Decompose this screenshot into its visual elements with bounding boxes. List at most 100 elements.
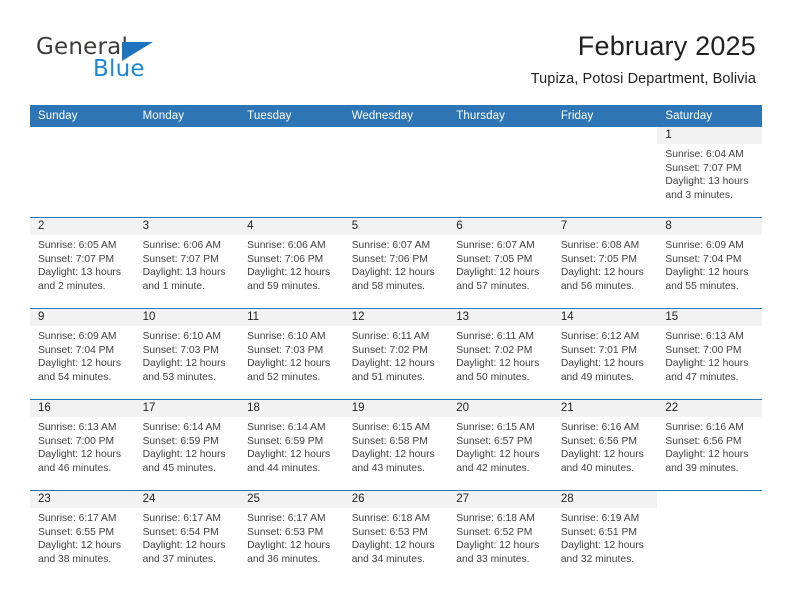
daylight-text: Daylight: 12 hours and 37 minutes. (142, 540, 226, 565)
sunset-text: Sunset: 7:05 PM (560, 253, 637, 265)
day-details: Sunrise: 6:08 AM Sunset: 7:05 PM Daylight:… (553, 235, 658, 293)
weekday-header-wednesday: Wednesday (343, 105, 449, 127)
calendar-day-cell[interactable]: 12 Sunrise: 6:11 AM Sunset: 7:02 PM Dayligh… (343, 308, 449, 400)
sunset-text: Sunset: 6:59 PM (142, 435, 219, 447)
day-number: 17 (134, 400, 240, 417)
calendar-day-cell[interactable]: 10 Sunrise: 6:10 AM Sunset: 7:03 PM Dayligh… (134, 308, 240, 400)
daylight-text: Daylight: 12 hours and 46 minutes. (38, 449, 121, 474)
daylight-text: Daylight: 13 hours and 3 minutes. (665, 176, 749, 201)
day-details: Sunrise: 6:18 AM Sunset: 6:52 PM Daylight:… (448, 508, 553, 566)
day-details: Sunrise: 6:19 AM Sunset: 6:51 PM Daylight:… (553, 508, 658, 566)
daylight-text: Daylight: 12 hours and 57 minutes. (456, 267, 540, 292)
weekday-header-friday: Friday (552, 105, 658, 127)
sunrise-text: Sunrise: 6:19 AM (560, 513, 640, 524)
calendar-day-cell[interactable]: 15 Sunrise: 6:13 AM Sunset: 7:00 PM Dayligh… (657, 308, 762, 400)
day-number: 28 (552, 491, 658, 508)
logo-text-blue: Blue (93, 56, 145, 82)
sunset-text: Sunset: 6:55 PM (38, 526, 115, 538)
sunset-text: Sunset: 7:01 PM (560, 344, 637, 356)
generalblue-logo[interactable]: General Blue (36, 36, 266, 88)
sunset-text: Sunset: 7:00 PM (665, 344, 742, 356)
day-number: 26 (343, 491, 449, 508)
calendar-day-cell[interactable]: 20 Sunrise: 6:15 AM Sunset: 6:57 PM Dayligh… (448, 399, 553, 491)
calendar-day-cell[interactable]: 18 Sunrise: 6:14 AM Sunset: 6:59 PM Dayligh… (239, 399, 344, 491)
day-details: Sunrise: 6:05 AM Sunset: 7:07 PM Daylight:… (30, 235, 135, 293)
day-details: Sunrise: 6:07 AM Sunset: 7:05 PM Daylight:… (448, 235, 553, 293)
title-block: February 2025 Tupiza, Potosi Department,… (531, 31, 756, 86)
sunset-text: Sunset: 7:07 PM (142, 253, 219, 265)
calendar-day-cell[interactable]: 28 Sunrise: 6:19 AM Sunset: 6:51 PM Dayligh… (552, 490, 658, 581)
calendar-week-row: 2 Sunrise: 6:05 AM Sunset: 7:07 PM Daylight… (30, 217, 762, 309)
daylight-text: Daylight: 13 hours and 2 minutes. (38, 267, 121, 292)
sunset-text: Sunset: 7:05 PM (456, 253, 533, 265)
weekday-header-sunday: Sunday (30, 105, 135, 127)
daylight-text: Daylight: 12 hours and 39 minutes. (665, 449, 749, 474)
day-number: 21 (552, 400, 658, 417)
sunrise-text: Sunrise: 6:10 AM (247, 331, 326, 342)
calendar-day-cell[interactable]: 7 Sunrise: 6:08 AM Sunset: 7:05 PM Daylight… (552, 217, 658, 309)
calendar-day-cell-empty (657, 490, 762, 581)
day-number (448, 127, 553, 144)
daylight-text: Daylight: 12 hours and 55 minutes. (665, 267, 749, 292)
sunrise-text: Sunrise: 6:13 AM (38, 422, 117, 433)
daylight-text: Daylight: 12 hours and 44 minutes. (247, 449, 331, 474)
sunset-text: Sunset: 6:56 PM (560, 435, 637, 447)
calendar-day-cell[interactable]: 5 Sunrise: 6:07 AM Sunset: 7:06 PM Daylight… (343, 217, 449, 309)
day-details: Sunrise: 6:17 AM Sunset: 6:53 PM Daylight:… (239, 508, 344, 566)
daylight-text: Daylight: 12 hours and 56 minutes. (560, 267, 644, 292)
calendar-week-row: 23 Sunrise: 6:17 AM Sunset: 6:55 PM Dayligh… (30, 490, 762, 581)
calendar-day-cell[interactable]: 11 Sunrise: 6:10 AM Sunset: 7:03 PM Dayligh… (239, 308, 344, 400)
calendar-day-cell[interactable]: 1 Sunrise: 6:04 AM Sunset: 7:07 PM Daylight… (657, 127, 762, 218)
calendar-day-cell[interactable]: 19 Sunrise: 6:15 AM Sunset: 6:58 PM Dayligh… (343, 399, 449, 491)
calendar-day-cell-empty (552, 127, 658, 218)
day-details: Sunrise: 6:06 AM Sunset: 7:07 PM Daylight:… (135, 235, 240, 293)
calendar-day-cell[interactable]: 16 Sunrise: 6:13 AM Sunset: 7:00 PM Dayligh… (30, 399, 135, 491)
sunrise-text: Sunrise: 6:06 AM (142, 240, 221, 251)
sunset-text: Sunset: 6:51 PM (560, 526, 637, 538)
calendar-day-cell[interactable]: 14 Sunrise: 6:12 AM Sunset: 7:01 PM Dayligh… (552, 308, 658, 400)
day-number (134, 127, 240, 144)
calendar-day-cell[interactable]: 27 Sunrise: 6:18 AM Sunset: 6:52 PM Dayligh… (448, 490, 553, 581)
sunrise-text: Sunrise: 6:14 AM (142, 422, 221, 433)
day-number: 24 (134, 491, 240, 508)
sunrise-text: Sunrise: 6:07 AM (456, 240, 535, 251)
calendar-day-cell[interactable]: 13 Sunrise: 6:11 AM Sunset: 7:02 PM Dayligh… (448, 308, 553, 400)
day-details: Sunrise: 6:14 AM Sunset: 6:59 PM Daylight:… (239, 417, 344, 475)
calendar-day-cell[interactable]: 21 Sunrise: 6:16 AM Sunset: 6:56 PM Dayligh… (552, 399, 658, 491)
calendar-day-cell-empty (134, 127, 240, 218)
calendar-day-cell[interactable]: 3 Sunrise: 6:06 AM Sunset: 7:07 PM Daylight… (134, 217, 240, 309)
calendar-day-cell[interactable]: 6 Sunrise: 6:07 AM Sunset: 7:05 PM Daylight… (448, 217, 553, 309)
weekday-header-tuesday: Tuesday (239, 105, 344, 127)
calendar-day-cell[interactable]: 26 Sunrise: 6:18 AM Sunset: 6:53 PM Dayligh… (343, 490, 449, 581)
calendar-day-cell[interactable]: 4 Sunrise: 6:06 AM Sunset: 7:06 PM Daylight… (239, 217, 344, 309)
daylight-text: Daylight: 12 hours and 40 minutes. (560, 449, 644, 474)
day-number: 12 (343, 309, 449, 326)
sunset-text: Sunset: 6:56 PM (665, 435, 742, 447)
sunset-text: Sunset: 7:07 PM (38, 253, 115, 265)
sunset-text: Sunset: 6:52 PM (456, 526, 533, 538)
calendar-table: Sunday Monday Tuesday Wednesday Thursday… (30, 105, 762, 581)
day-number: 14 (552, 309, 658, 326)
sunset-text: Sunset: 7:02 PM (351, 344, 428, 356)
day-details: Sunrise: 6:11 AM Sunset: 7:02 PM Daylight:… (448, 326, 553, 384)
daylight-text: Daylight: 12 hours and 51 minutes. (351, 358, 435, 383)
sunset-text: Sunset: 6:53 PM (351, 526, 428, 538)
daylight-text: Daylight: 12 hours and 54 minutes. (38, 358, 121, 383)
day-details: Sunrise: 6:16 AM Sunset: 6:56 PM Daylight:… (553, 417, 658, 475)
sunset-text: Sunset: 7:04 PM (38, 344, 115, 356)
calendar-day-cell[interactable]: 8 Sunrise: 6:09 AM Sunset: 7:04 PM Daylight… (657, 217, 762, 309)
calendar-day-cell[interactable]: 24 Sunrise: 6:17 AM Sunset: 6:54 PM Dayligh… (134, 490, 240, 581)
day-number: 1 (657, 127, 762, 144)
sunset-text: Sunset: 7:02 PM (456, 344, 533, 356)
calendar-day-cell[interactable]: 9 Sunrise: 6:09 AM Sunset: 7:04 PM Daylight… (30, 308, 135, 400)
calendar-day-cell[interactable]: 17 Sunrise: 6:14 AM Sunset: 6:59 PM Dayligh… (134, 399, 240, 491)
calendar-day-cell[interactable]: 23 Sunrise: 6:17 AM Sunset: 6:55 PM Dayligh… (30, 490, 135, 581)
daylight-text: Daylight: 12 hours and 52 minutes. (247, 358, 331, 383)
sunrise-text: Sunrise: 6:07 AM (351, 240, 431, 251)
day-number (343, 127, 449, 144)
calendar-day-cell[interactable]: 22 Sunrise: 6:16 AM Sunset: 6:56 PM Dayligh… (657, 399, 762, 491)
calendar-day-cell[interactable]: 2 Sunrise: 6:05 AM Sunset: 7:07 PM Daylight… (30, 217, 135, 309)
daylight-text: Daylight: 12 hours and 53 minutes. (142, 358, 226, 383)
calendar-day-cell[interactable]: 25 Sunrise: 6:17 AM Sunset: 6:53 PM Dayligh… (239, 490, 344, 581)
sunrise-text: Sunrise: 6:13 AM (665, 331, 744, 342)
